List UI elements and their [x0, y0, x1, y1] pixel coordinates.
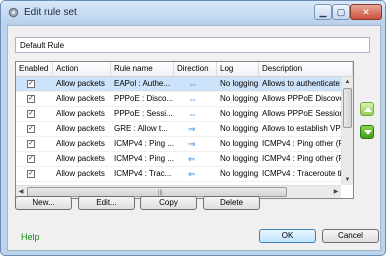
enabled-checkbox[interactable]: ✓	[27, 80, 35, 88]
enabled-checkbox[interactable]: ✓	[27, 155, 35, 163]
scroll-right-icon[interactable]: ▶	[331, 186, 341, 198]
table-body: ✓ Allow packets EAPol : Authe... No logging…	[16, 77, 341, 185]
action-cell: Allow packets	[56, 169, 105, 178]
gear-icon	[8, 7, 19, 18]
direction-in-icon: ⇐	[188, 154, 196, 164]
direction-both-icon: ⇔	[188, 94, 197, 104]
enabled-checkbox[interactable]: ✓	[27, 140, 35, 148]
arrow-down-icon	[364, 130, 372, 135]
scroll-up-icon[interactable]: ▲	[342, 77, 353, 87]
delete-button[interactable]: Delete	[203, 196, 260, 210]
action-cell: Allow packets	[56, 109, 105, 118]
table-row[interactable]: ✓ Allow packets EAPol : Authe... No logging…	[16, 77, 341, 92]
dialog-window: Edit rule set ▁ ▢ ✕ Enabled Action Rule …	[0, 0, 386, 256]
window-title: Edit rule set	[24, 7, 77, 18]
direction-out-icon: ⇒	[188, 124, 196, 134]
column-header-action[interactable]: Action	[53, 62, 111, 76]
new-button[interactable]: New...	[15, 196, 72, 210]
enabled-checkbox[interactable]: ✓	[27, 125, 35, 133]
close-button[interactable]: ✕	[350, 4, 382, 20]
copy-button[interactable]: Copy	[140, 196, 197, 210]
vertical-scrollbar[interactable]: ▲ ▼	[341, 77, 353, 185]
table-row[interactable]: ✓ Allow packets ICMPv4 : Ping ... No loggin…	[16, 152, 341, 167]
description-cell: Allows to authenticate	[262, 79, 340, 88]
enabled-checkbox[interactable]: ✓	[27, 95, 35, 103]
action-cell: Allow packets	[56, 139, 105, 148]
direction-both-icon: ⇔	[188, 79, 197, 89]
scroll-down-icon[interactable]: ▼	[342, 175, 353, 185]
rule-name-cell: PPPoE : Sessi...	[114, 109, 173, 118]
log-cell: No logging	[220, 124, 259, 133]
close-icon: ✕	[362, 6, 370, 17]
column-header-log[interactable]: Log	[217, 62, 259, 76]
maximize-button[interactable]: ▢	[332, 4, 350, 20]
action-cell: Allow packets	[56, 124, 105, 133]
table-row[interactable]: ✓ Allow packets PPPoE : Disco... No logging…	[16, 92, 341, 107]
table-row[interactable]: ✓ Allow packets GRE : Allow t... No logging…	[16, 122, 341, 137]
rule-set-name-input[interactable]	[15, 37, 370, 53]
rules-table: Enabled Action Rule name Direction Log D…	[15, 61, 354, 199]
move-up-button[interactable]	[360, 102, 374, 116]
description-cell: Allows to establish VP	[262, 124, 341, 133]
action-cell: Allow packets	[56, 79, 105, 88]
log-cell: No logging	[220, 169, 259, 178]
description-cell: Allows PPPoE Session	[262, 109, 341, 118]
direction-both-icon: ⇔	[188, 109, 197, 119]
table-row[interactable]: ✓ Allow packets ICMPv4 : Ping ... No loggin…	[16, 137, 341, 152]
rule-name-cell: EAPol : Authe...	[114, 79, 171, 88]
arrow-up-icon	[364, 107, 372, 112]
log-cell: No logging	[220, 139, 259, 148]
vertical-scroll-thumb[interactable]	[343, 88, 352, 128]
cancel-button[interactable]: Cancel	[322, 229, 379, 243]
action-cell: Allow packets	[56, 154, 105, 163]
log-cell: No logging	[220, 79, 259, 88]
log-cell: No logging	[220, 109, 259, 118]
dialog-body: Enabled Action Rule name Direction Log D…	[7, 25, 381, 251]
column-header-rule-name[interactable]: Rule name	[111, 62, 174, 76]
maximize-icon: ▢	[336, 6, 346, 17]
table-row[interactable]: ✓ Allow packets PPPoE : Sessi... No logging…	[16, 107, 341, 122]
description-cell: ICMPv4 : Ping other (R	[262, 154, 341, 163]
rule-name-cell: GRE : Allow t...	[114, 124, 168, 133]
table-header: Enabled Action Rule name Direction Log D…	[16, 62, 353, 77]
minimize-icon: ▁	[319, 6, 327, 17]
direction-in-icon: ⇐	[188, 169, 196, 179]
rule-name-cell: ICMPv4 : Trac...	[114, 169, 172, 178]
description-cell: Allows PPPoE Discove	[262, 94, 341, 103]
log-cell: No logging	[220, 154, 259, 163]
enabled-checkbox[interactable]: ✓	[27, 110, 35, 118]
action-cell: Allow packets	[56, 94, 105, 103]
column-header-direction[interactable]: Direction	[174, 62, 217, 76]
rule-name-cell: ICMPv4 : Ping ...	[114, 139, 174, 148]
description-cell: ICMPv4 : Traceroute ti	[262, 169, 341, 178]
move-down-button[interactable]	[360, 125, 374, 139]
rule-name-cell: ICMPv4 : Ping ...	[114, 154, 174, 163]
minimize-button[interactable]: ▁	[314, 4, 332, 20]
edit-button[interactable]: Edit...	[78, 196, 135, 210]
description-cell: ICMPv4 : Ping other (R	[262, 139, 341, 148]
rule-name-cell: PPPoE : Disco...	[114, 94, 174, 103]
column-header-description[interactable]: Description	[259, 62, 353, 76]
column-header-enabled[interactable]: Enabled	[16, 62, 53, 76]
enabled-checkbox[interactable]: ✓	[27, 170, 35, 178]
direction-out-icon: ⇒	[188, 139, 196, 149]
ok-button[interactable]: OK	[259, 229, 316, 243]
table-row[interactable]: ✓ Allow packets ICMPv4 : Trac... No logging…	[16, 167, 341, 182]
title-bar[interactable]: Edit rule set ▁ ▢ ✕	[1, 1, 385, 25]
log-cell: No logging	[220, 94, 259, 103]
help-link[interactable]: Help	[21, 232, 40, 242]
